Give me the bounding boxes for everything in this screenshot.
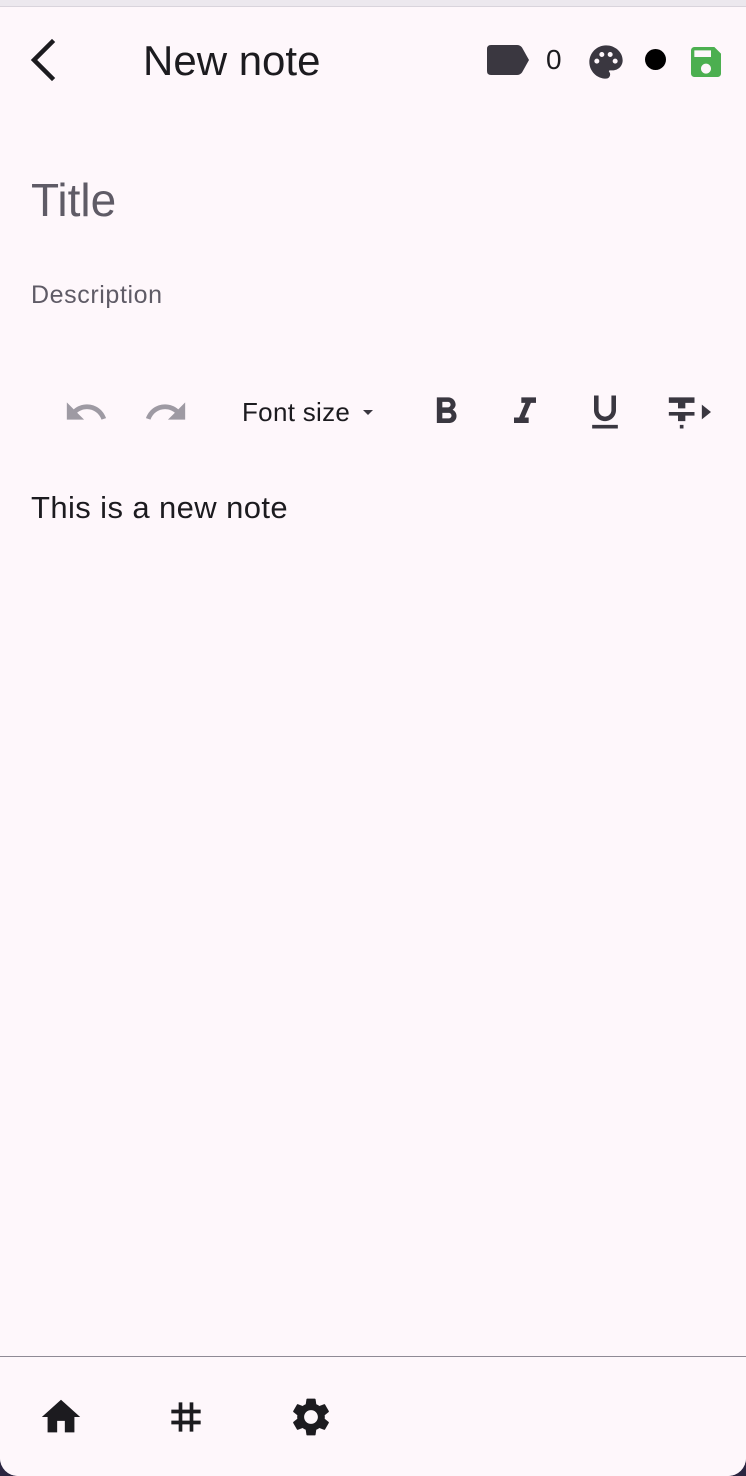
title-input[interactable] [31,170,711,230]
home-icon [41,1399,81,1433]
label-icon [487,45,529,75]
font-size-dropdown[interactable]: Font size [242,394,380,430]
strikethrough-button[interactable] [664,388,714,436]
chevron-left-icon [30,38,56,82]
bottom-navigation [0,1356,746,1476]
undo-button[interactable] [62,388,110,436]
format-bold-icon [436,397,457,423]
settings-icon [293,1398,329,1436]
color-palette-button[interactable] [584,40,628,84]
nav-tags-button[interactable] [162,1393,210,1441]
underline-button[interactable] [583,388,627,436]
note-editor-screen: New note 0 Title Description Font size T… [0,0,746,1476]
font-size-label: Font size [242,396,351,427]
arrow-drop-down-icon [363,410,374,415]
formatting-toolbar: Font size [0,380,746,444]
format-underline-icon [592,395,618,429]
redo-icon [145,402,186,420]
tag-count: 0 [546,44,562,75]
undo-icon [66,402,107,420]
back-button[interactable] [18,32,66,88]
hashtag-icon [171,1402,201,1432]
bold-button[interactable] [424,388,468,436]
redo-button[interactable] [142,388,190,436]
palette-icon [589,45,623,79]
page-title: New note [143,37,321,84]
italic-button[interactable] [503,388,547,436]
save-button[interactable] [684,40,728,84]
save-icon [691,47,721,77]
format-strikethrough-icon [668,397,711,429]
description-input[interactable] [31,278,711,312]
selected-color-indicator[interactable] [645,49,666,70]
nav-settings-button[interactable] [287,1393,335,1441]
nav-home-button[interactable] [37,1393,85,1441]
app-bar: New note 0 [0,6,746,116]
format-italic-icon [514,397,536,423]
tag-button[interactable] [486,40,530,80]
note-body-text[interactable]: This is a new note [31,488,288,528]
